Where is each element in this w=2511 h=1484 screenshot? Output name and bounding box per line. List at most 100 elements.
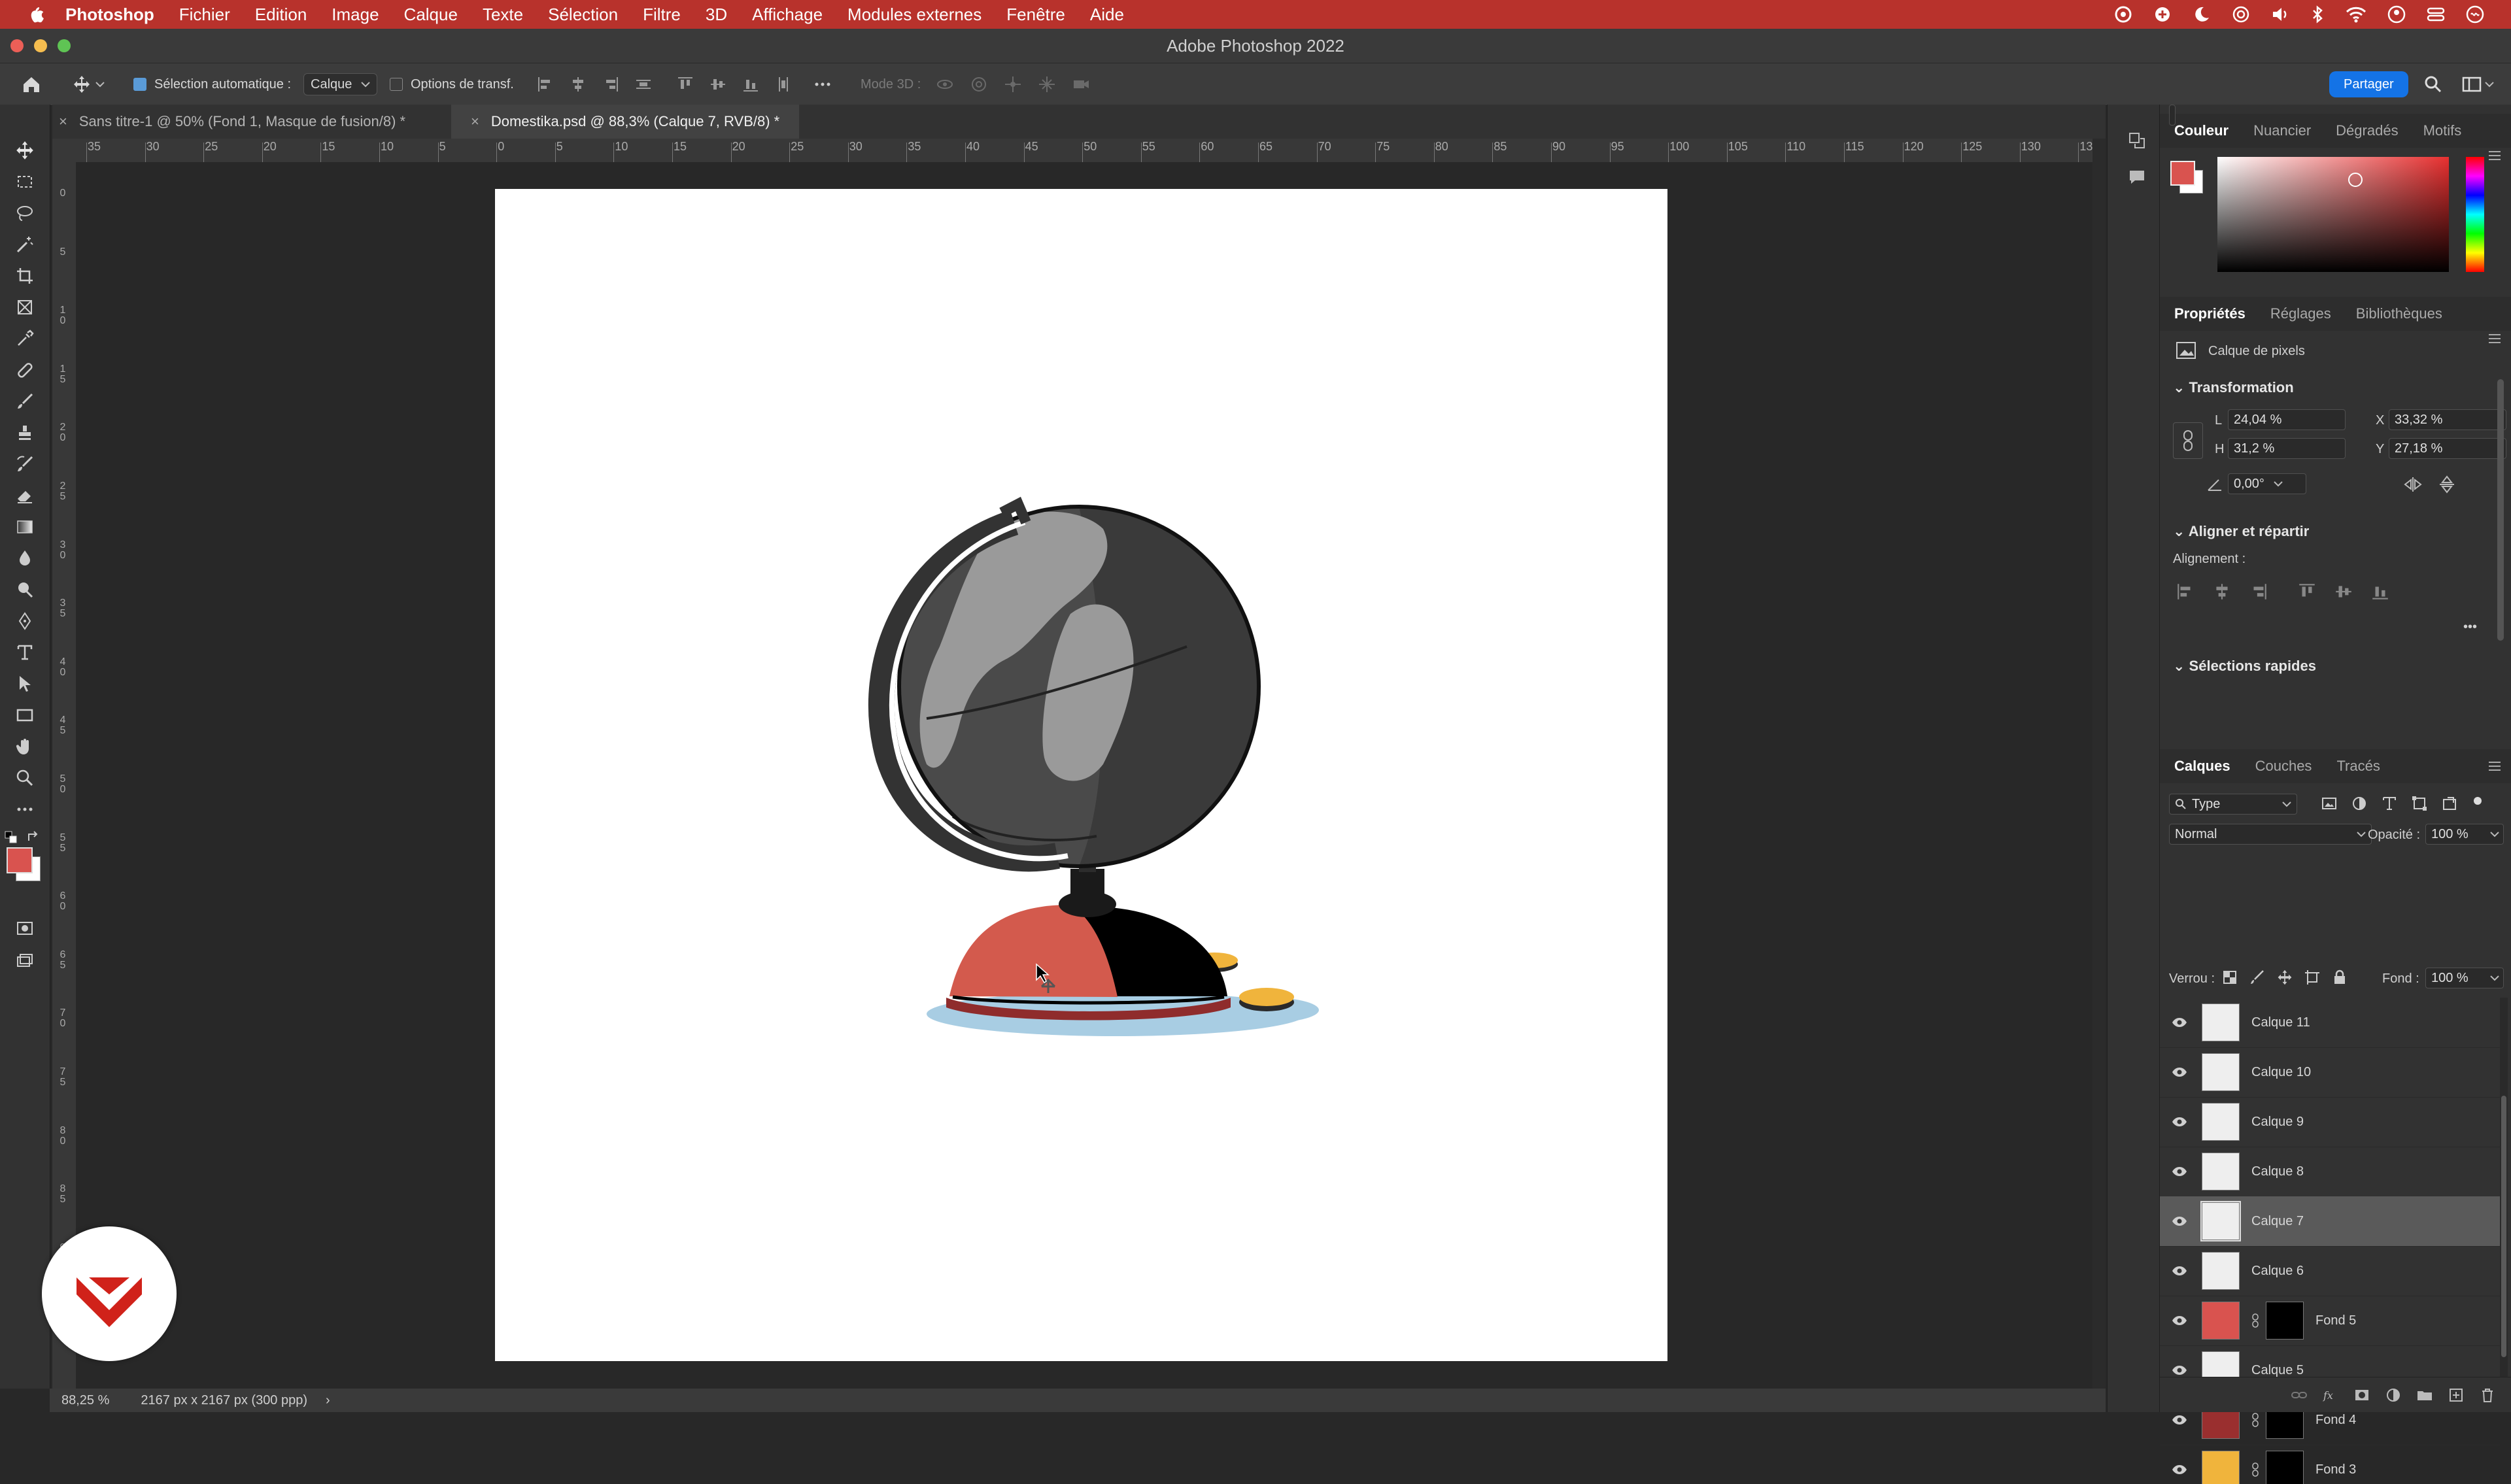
tab-bibliotheques[interactable]: Bibliothèques — [2356, 305, 2442, 322]
align-middle-v-icon[interactable] — [2334, 582, 2353, 601]
layer-row[interactable]: Calque 10 — [2160, 1047, 2500, 1098]
align-middle-v-icon[interactable] — [709, 75, 727, 93]
tool-zoom[interactable] — [12, 765, 38, 791]
layer-thumbnail[interactable] — [2202, 1053, 2240, 1091]
orbit-3d-icon[interactable] — [935, 75, 955, 94]
eye-icon[interactable] — [2172, 1365, 2187, 1375]
history-panel-button[interactable] — [2127, 131, 2147, 154]
eye-icon[interactable] — [2172, 1266, 2187, 1276]
distribute-v-icon[interactable] — [774, 75, 793, 93]
hue-slider[interactable] — [2466, 157, 2484, 272]
tab-reglages[interactable]: Réglages — [2270, 305, 2331, 322]
eye-icon[interactable] — [2172, 1415, 2187, 1425]
move-tool-preset[interactable] — [72, 63, 105, 105]
align-bottom-icon[interactable] — [2370, 582, 2390, 601]
tab-degrades[interactable]: Dégradés — [2336, 122, 2398, 139]
more-options-icon[interactable] — [813, 75, 832, 93]
roll-3d-icon[interactable] — [969, 75, 989, 94]
menu-modules-externes[interactable]: Modules externes — [847, 5, 982, 25]
user-icon[interactable] — [2387, 5, 2406, 24]
wifi-icon[interactable] — [2345, 5, 2367, 24]
quick-mask-button[interactable] — [12, 915, 38, 941]
home-button[interactable] — [21, 63, 42, 105]
tool-dodge[interactable] — [12, 577, 38, 603]
filter-smart-object-icon[interactable] — [2441, 795, 2458, 812]
chain-link-icon[interactable] — [2251, 1462, 2259, 1477]
filter-shape-icon[interactable] — [2411, 795, 2428, 812]
foreground-swatch[interactable] — [2170, 161, 2195, 186]
eye-icon[interactable] — [2172, 1315, 2187, 1326]
color-swatches[interactable] — [2169, 160, 2204, 195]
tool-type[interactable] — [12, 639, 38, 666]
align-bottom-icon[interactable] — [742, 75, 760, 93]
chain-link-icon[interactable] — [2251, 1412, 2259, 1428]
layers-scrollbar-thumb[interactable] — [2501, 1096, 2506, 1357]
tool-more[interactable] — [12, 796, 38, 822]
layer-thumbnail[interactable] — [2200, 1201, 2241, 1241]
align-left-icon[interactable] — [536, 75, 555, 93]
layer-name[interactable]: Calque 10 — [2251, 1065, 2311, 1080]
add-mask-icon[interactable] — [2353, 1387, 2370, 1404]
color-field[interactable] — [2217, 157, 2449, 272]
align-top-icon[interactable] — [676, 75, 694, 93]
tab-motifs[interactable]: Motifs — [2423, 122, 2462, 139]
layer-name[interactable]: Calque 7 — [2251, 1214, 2304, 1229]
horizontal-ruler[interactable]: 35 30 25 20 15 10 5 0 5 10 15 20 25 30 35 40 45 50 55 60 65 7… — [52, 139, 2092, 163]
layer-thumbnail[interactable] — [2202, 1003, 2240, 1041]
properties-menu-button[interactable] — [2487, 332, 2502, 348]
lock-artboard-icon[interactable] — [2304, 969, 2321, 986]
menu-aide[interactable]: Aide — [1090, 5, 1124, 25]
tab-sans-titre-1[interactable]: × Sans titre-1 @ 50% (Fond 1, Masque de … — [59, 105, 405, 139]
slide-3d-icon[interactable] — [1037, 75, 1057, 94]
tool-lasso[interactable] — [12, 200, 38, 226]
volume-icon[interactable] — [2270, 5, 2290, 24]
share-button[interactable]: Partager — [2329, 71, 2408, 97]
menu-fichier[interactable]: Fichier — [179, 5, 230, 25]
tool-eyedropper[interactable] — [12, 326, 38, 352]
eye-icon[interactable] — [2172, 1166, 2187, 1177]
tool-pen[interactable] — [12, 608, 38, 634]
moon-icon[interactable] — [2192, 5, 2212, 24]
new-group-icon[interactable] — [2416, 1387, 2433, 1404]
creative-cloud-icon[interactable] — [2113, 5, 2133, 24]
layer-mask-thumbnail[interactable] — [2266, 1451, 2304, 1484]
tool-gradient[interactable] — [12, 514, 38, 540]
opacity-input[interactable]: 100 % — [2425, 824, 2504, 845]
chain-link-icon[interactable] — [2251, 1313, 2259, 1328]
layer-row[interactable]: Calque 7 — [2160, 1196, 2500, 1247]
filter-type-icon[interactable] — [2381, 795, 2398, 812]
search-button[interactable] — [2423, 63, 2443, 105]
menu-image[interactable]: Image — [332, 5, 379, 25]
link-layers-icon[interactable] — [2291, 1387, 2308, 1404]
tool-healing-brush[interactable] — [12, 357, 38, 383]
tab-traces[interactable]: Tracés — [2336, 758, 2380, 775]
document-canvas[interactable] — [495, 189, 1667, 1361]
menu-3d[interactable]: 3D — [706, 5, 727, 25]
adjustment-layer-icon[interactable] — [2385, 1387, 2402, 1404]
align-right-icon[interactable] — [602, 75, 620, 93]
eye-icon[interactable] — [2172, 1216, 2187, 1226]
eye-icon[interactable] — [2172, 1464, 2187, 1475]
foreground-color-swatch[interactable] — [7, 847, 33, 873]
close-tab-icon[interactable]: × — [471, 113, 479, 130]
tool-history-brush[interactable] — [12, 451, 38, 477]
align-left-icon[interactable] — [2176, 582, 2195, 601]
transform-section-header[interactable]: ⌄ Transformation — [2173, 379, 2294, 396]
layer-row[interactable]: Calque 11 — [2160, 998, 2500, 1048]
layer-name[interactable]: Calque 8 — [2251, 1164, 2304, 1179]
close-tab-icon[interactable]: × — [59, 113, 67, 130]
swap-colors-button[interactable] — [26, 830, 41, 848]
layer-name[interactable]: Calque 11 — [2251, 1015, 2310, 1030]
lock-position-icon[interactable] — [2276, 969, 2293, 986]
sync-icon[interactable] — [2153, 5, 2172, 24]
flip-horizontal-button[interactable] — [2403, 476, 2423, 496]
eye-icon[interactable] — [2172, 1117, 2187, 1127]
close-window-button[interactable] — [10, 39, 24, 52]
tab-couleur[interactable]: Couleur — [2174, 122, 2229, 139]
align-top-icon[interactable] — [2297, 582, 2317, 601]
filter-pixel-icon[interactable] — [2321, 795, 2338, 812]
align-center-h-icon[interactable] — [2212, 582, 2232, 601]
align-right-icon[interactable] — [2249, 582, 2268, 601]
width-input[interactable]: 24,04 % — [2228, 409, 2346, 430]
tool-frame[interactable] — [12, 294, 38, 320]
